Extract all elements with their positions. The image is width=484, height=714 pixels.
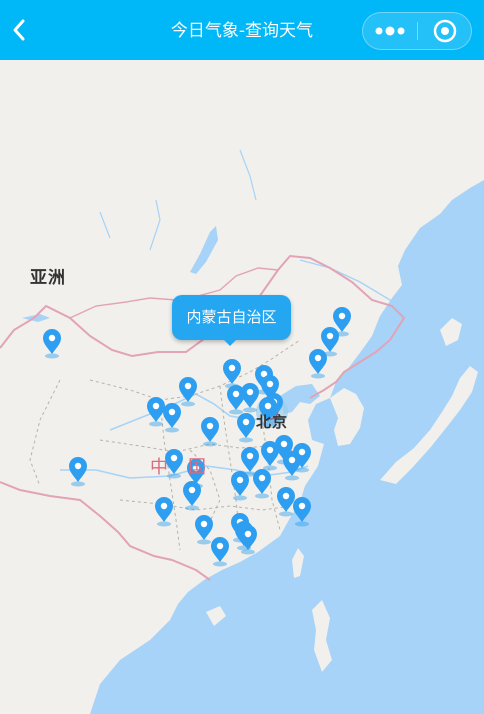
back-button[interactable] bbox=[4, 14, 34, 46]
more-button[interactable] bbox=[363, 13, 417, 49]
label-china: 中国 bbox=[150, 457, 226, 478]
navigation-bar: 今日气象-查询天气 bbox=[0, 0, 484, 60]
label-asia: 亚洲 bbox=[30, 268, 66, 288]
close-button[interactable] bbox=[418, 13, 472, 49]
label-beijing: 北京 bbox=[256, 413, 289, 431]
map-view[interactable]: 亚洲 中国 北京 内蒙古自治区 bbox=[0, 60, 484, 714]
target-close-icon bbox=[433, 19, 457, 43]
region-callout[interactable]: 内蒙古自治区 bbox=[172, 295, 291, 346]
map-canvas[interactable] bbox=[0, 60, 484, 714]
chevron-left-icon bbox=[13, 19, 25, 41]
mini-program-capsule bbox=[362, 12, 472, 50]
more-dots-icon bbox=[375, 26, 405, 36]
